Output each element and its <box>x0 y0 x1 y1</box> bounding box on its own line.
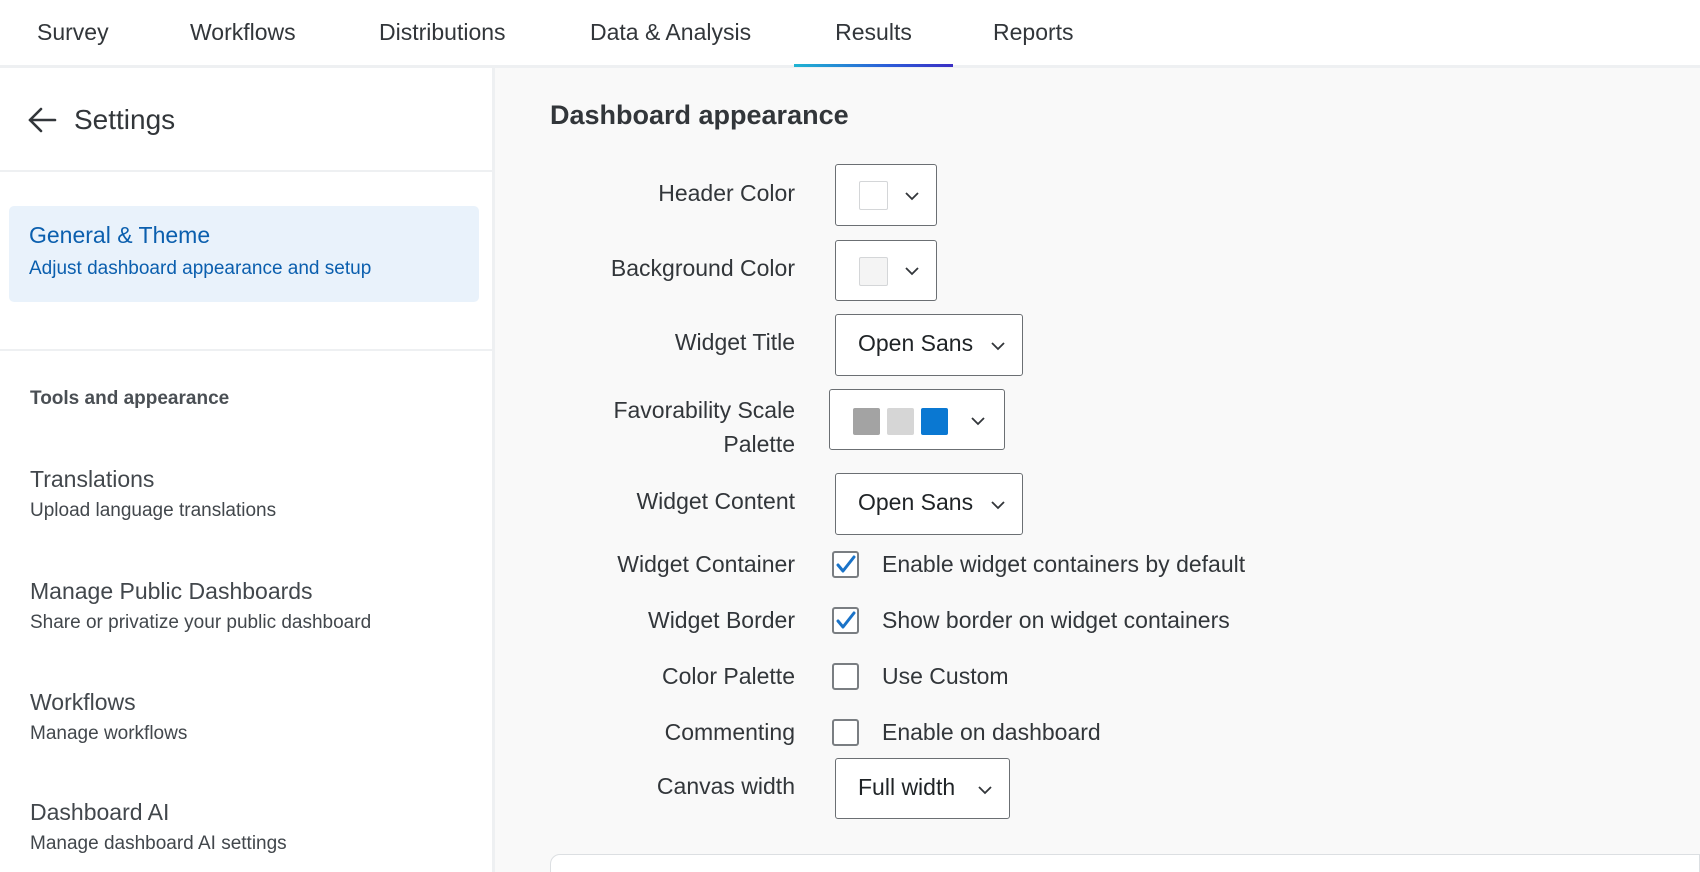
next-settings-card <box>550 854 1700 872</box>
chevron-down-icon <box>905 192 919 201</box>
favorability-palette-dropdown[interactable] <box>829 389 1005 450</box>
sidebar-item-subtitle: Share or privatize your public dashboard <box>30 612 372 633</box>
background-color-picker[interactable] <box>835 240 937 301</box>
sidebar-header: Settings <box>0 68 492 172</box>
top-navigation: Survey Workflows Distributions Data & An… <box>0 0 1700 68</box>
canvas-width-value: Full width <box>858 774 956 800</box>
sidebar-item-translations[interactable]: Translations Upload language translation… <box>0 466 492 546</box>
chevron-down-icon <box>905 267 919 276</box>
widget-container-label: Widget Container <box>617 551 795 577</box>
canvas-width-label: Canvas width <box>656 773 795 799</box>
sidebar-section-heading: Tools and appearance <box>30 388 230 409</box>
palette-swatch-3 <box>921 408 948 435</box>
widget-content-font-dropdown[interactable]: Open Sans <box>835 473 1023 535</box>
sidebar-item-workflows[interactable]: Workflows Manage workflows <box>0 689 492 769</box>
widget-container-checkbox[interactable] <box>832 551 859 578</box>
palette-swatch-1 <box>853 408 880 435</box>
chevron-down-icon <box>971 417 985 426</box>
tab-results[interactable]: Results <box>794 0 953 67</box>
chevron-down-icon <box>991 342 1005 351</box>
color-palette-label: Color Palette <box>662 663 795 689</box>
sidebar-item-manage-public-dashboards[interactable]: Manage Public Dashboards Share or privat… <box>0 578 492 658</box>
widget-content-label: Widget Content <box>636 488 795 514</box>
widget-container-checkbox-label: Enable widget containers by default <box>882 551 1246 577</box>
sidebar-item-subtitle: Upload language translations <box>30 500 277 521</box>
sidebar-item-subtitle: Manage workflows <box>30 723 188 744</box>
tab-data-analysis[interactable]: Data & Analysis <box>590 0 751 66</box>
back-arrow-icon[interactable] <box>26 104 58 136</box>
commenting-checkbox[interactable] <box>832 719 859 746</box>
chevron-down-icon <box>991 501 1005 510</box>
sidebar-item-general-theme[interactable]: General & Theme Adjust dashboard appeara… <box>9 206 479 302</box>
sidebar-title: Settings <box>74 104 176 135</box>
page-title: Dashboard appearance <box>550 100 849 130</box>
widget-title-font-value: Open Sans <box>858 330 974 356</box>
widget-title-label: Widget Title <box>674 329 795 355</box>
header-color-swatch <box>859 181 888 210</box>
commenting-checkbox-label: Enable on dashboard <box>882 719 1101 745</box>
favorability-label-line1: Favorability Scale <box>613 397 795 423</box>
header-color-picker[interactable] <box>835 164 937 226</box>
background-color-label: Background Color <box>610 255 795 281</box>
palette-swatch-2 <box>887 408 914 435</box>
sidebar-item-subtitle: Adjust dashboard appearance and setup <box>29 258 372 279</box>
sidebar-divider <box>0 349 492 351</box>
color-palette-custom-checkbox[interactable] <box>832 663 859 690</box>
widget-border-checkbox-label: Show border on widget containers <box>882 607 1230 633</box>
widget-border-label: Widget Border <box>647 607 795 633</box>
widget-border-checkbox[interactable] <box>832 607 859 634</box>
checkmark-icon <box>836 555 856 573</box>
settings-sidebar: Settings General & Theme Adjust dashboar… <box>0 68 495 872</box>
tab-distributions[interactable]: Distributions <box>379 0 506 66</box>
sidebar-item-title: General & Theme <box>29 222 211 248</box>
sidebar-item-subtitle: Manage dashboard AI settings <box>30 833 287 854</box>
widget-title-font-dropdown[interactable]: Open Sans <box>835 314 1023 376</box>
background-color-swatch <box>859 257 888 286</box>
color-palette-checkbox-label: Use Custom <box>882 663 1009 689</box>
chevron-down-icon <box>978 786 992 795</box>
canvas-width-dropdown[interactable]: Full width <box>835 758 1010 819</box>
commenting-label: Commenting <box>664 719 795 745</box>
settings-main-panel: Dashboard appearance Header Color Backgr… <box>495 68 1700 872</box>
tab-workflows[interactable]: Workflows <box>190 0 296 66</box>
checkmark-icon <box>836 611 856 629</box>
widget-content-font-value: Open Sans <box>858 489 974 515</box>
sidebar-item-title: Dashboard AI <box>30 799 170 825</box>
header-color-label: Header Color <box>658 180 795 206</box>
favorability-palette-label: Favorability Scale Palette <box>495 393 795 461</box>
sidebar-item-title: Manage Public Dashboards <box>30 578 313 604</box>
favorability-label-line2: Palette <box>723 431 795 457</box>
sidebar-item-title: Translations <box>30 466 155 492</box>
tab-survey[interactable]: Survey <box>37 0 109 66</box>
tab-reports[interactable]: Reports <box>993 0 1074 66</box>
sidebar-item-dashboard-ai[interactable]: Dashboard AI Manage dashboard AI setting… <box>0 799 492 872</box>
sidebar-item-title: Workflows <box>30 689 136 715</box>
